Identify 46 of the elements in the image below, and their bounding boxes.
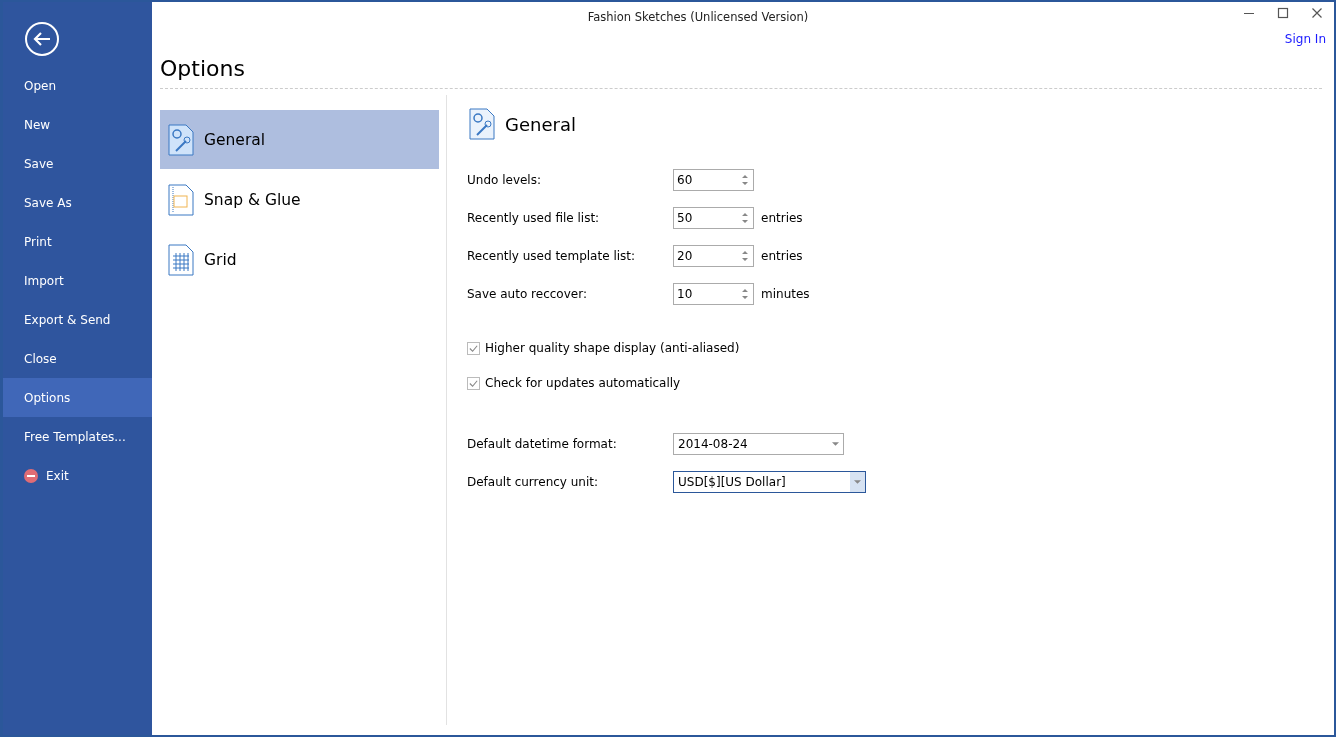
number-spinner[interactable]: 10 bbox=[673, 283, 754, 305]
sidebar-item[interactable]: Options bbox=[3, 378, 152, 417]
setting-label: Undo levels: bbox=[467, 173, 542, 187]
category-item[interactable]: General bbox=[160, 110, 439, 169]
sidebar-item[interactable]: Import bbox=[3, 261, 152, 300]
category-item[interactable]: Snap & Glue bbox=[160, 170, 439, 229]
number-spinner[interactable]: 60 bbox=[673, 169, 754, 191]
number-spinner[interactable]: 20 bbox=[673, 245, 754, 267]
setting-label: Recently used template list: bbox=[467, 249, 637, 263]
window-title: Fashion Sketches (Unlicensed Version) bbox=[587, 10, 809, 24]
checkbox-label: Check for updates automatically bbox=[485, 376, 681, 390]
setting-label: Default datetime format: bbox=[467, 437, 618, 451]
sidebar-item[interactable]: New bbox=[3, 105, 152, 144]
sidebar-item[interactable]: Exit bbox=[3, 456, 152, 495]
sidebar-item[interactable]: Print bbox=[3, 222, 152, 261]
sidebar-item[interactable]: Save bbox=[3, 144, 152, 183]
up-down-arrows-icon bbox=[741, 210, 749, 226]
checkbox[interactable] bbox=[467, 341, 480, 355]
setting-label: Recently used file list: bbox=[467, 211, 601, 225]
up-down-arrows-icon bbox=[741, 286, 749, 302]
unit-label: entries bbox=[761, 211, 803, 225]
checkbox[interactable] bbox=[467, 376, 480, 390]
dropdown[interactable]: 2014-08-24 bbox=[673, 433, 844, 455]
setting-label: Save auto reccover: bbox=[467, 287, 588, 301]
caret-icon bbox=[854, 480, 861, 484]
checkbox-label: Higher quality shape display (anti-aliased) bbox=[485, 341, 740, 355]
page-heading: Options bbox=[160, 56, 1322, 89]
document-icon bbox=[168, 183, 194, 216]
number-spinner[interactable]: 50 bbox=[673, 207, 754, 229]
unit-label: entries bbox=[761, 249, 803, 263]
sidebar-item[interactable]: Open bbox=[3, 66, 152, 105]
category-item[interactable]: Grid bbox=[160, 230, 439, 289]
sign-in-link[interactable]: Sign In bbox=[1284, 32, 1326, 52]
dropdown[interactable]: USD[$][US Dollar] bbox=[673, 471, 866, 493]
sidebar-item[interactable]: Save As bbox=[3, 183, 152, 222]
sidebar-item[interactable]: Free Templates... bbox=[3, 417, 152, 456]
up-down-arrows-icon bbox=[741, 248, 749, 264]
setting-label: Default currency unit: bbox=[467, 475, 600, 489]
caret-icon bbox=[832, 442, 839, 446]
grid-document-icon bbox=[168, 243, 194, 276]
sidebar-item[interactable]: Close bbox=[3, 339, 152, 378]
up-down-arrows-icon bbox=[741, 172, 749, 188]
stop-icon bbox=[24, 468, 38, 483]
sidebar-item[interactable]: Export & Send bbox=[3, 300, 152, 339]
unit-label: minutes bbox=[761, 287, 810, 301]
section-title: General bbox=[505, 113, 576, 135]
